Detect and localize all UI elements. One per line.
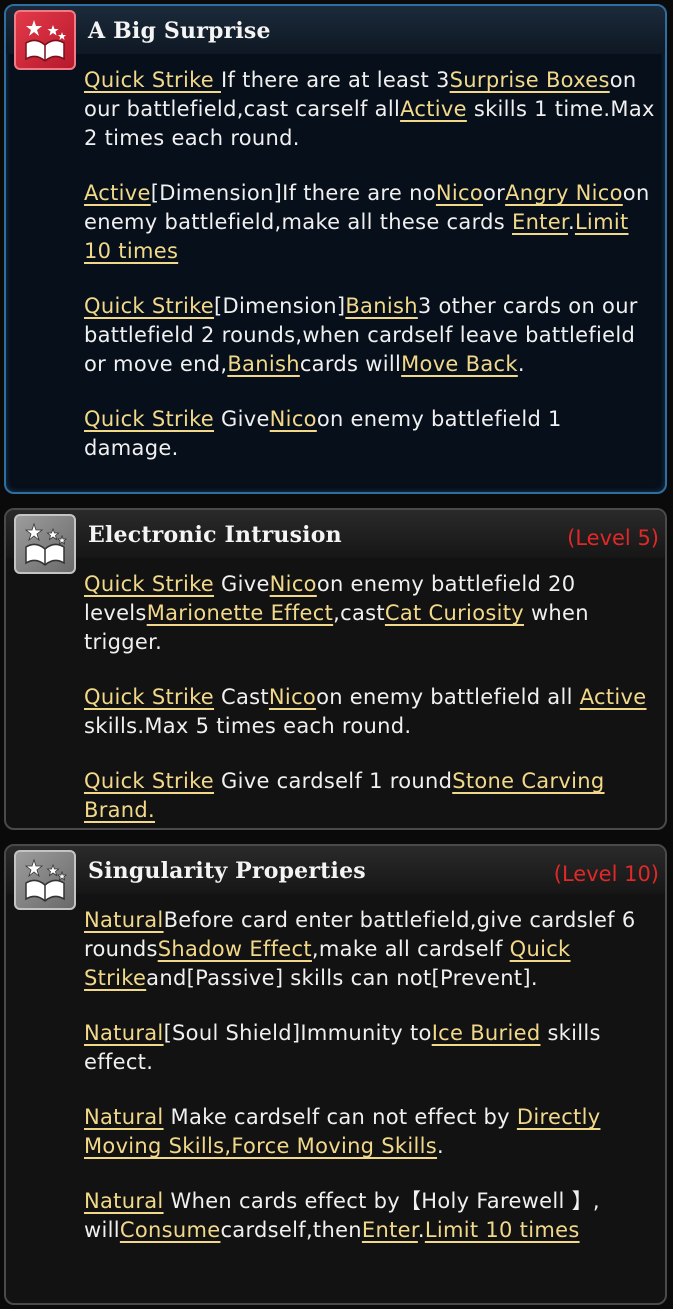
spellbook-icon	[14, 850, 76, 910]
skill-effect-line: Quick Strike GiveNicoon enemy battlefiel…	[84, 570, 657, 657]
keyword-move-back[interactable]: Move Back	[401, 352, 518, 376]
keyword-quick-strike[interactable]: Quick Strike	[84, 685, 214, 709]
keyword-active[interactable]: Active	[580, 685, 647, 709]
spellbook-icon	[14, 514, 76, 574]
skill-title: Electronic Intrusion	[88, 522, 342, 548]
keyword-cat-curiosity[interactable]: Cat Curiosity	[385, 601, 524, 625]
keyword-shadow-effect[interactable]: Shadow Effect	[158, 937, 312, 961]
effect-text: on enemy battlefield all	[316, 685, 580, 709]
spellbook-icon	[14, 10, 76, 70]
keyword-ice-buried[interactable]: Ice Buried	[432, 1021, 541, 1045]
skill-effect-line: Active[Dimension]If there are noNicoorAn…	[84, 179, 657, 266]
skill-effect-line: Quick Strike[Dimension]Banish3 other car…	[84, 292, 657, 379]
effect-text: skills.Max 5 times each round.	[84, 714, 412, 738]
effect-text: ,make all cardself	[311, 937, 510, 961]
effect-text: ,cast	[333, 601, 385, 625]
effect-text: .	[437, 1134, 445, 1158]
keyword-quick-strike[interactable]: Quick Strike	[84, 68, 221, 92]
skill-panel-a-big-surprise: A Big Surprise Quick Strike If there are…	[4, 4, 667, 494]
effect-text: .	[417, 1218, 425, 1242]
skill-level-badge: (Level 10)	[553, 862, 659, 886]
keyword-enter[interactable]: Enter	[512, 210, 568, 234]
effect-text: Cast	[214, 685, 269, 709]
keyword-quick-strike[interactable]: Quick Strike	[84, 572, 214, 596]
effect-text: Give	[214, 407, 270, 431]
keyword-natural[interactable]: Natural	[84, 1189, 164, 1213]
effect-text: cards will	[299, 352, 402, 376]
keyword-limit[interactable]: Limit 10 times	[425, 1218, 580, 1242]
keyword-natural[interactable]: Natural	[84, 1105, 164, 1129]
keyword-marionette-effect[interactable]: Marionette Effect	[147, 601, 333, 625]
skill-description: NaturalBefore card enter battlefield,giv…	[84, 906, 657, 1271]
effect-text: .	[567, 210, 575, 234]
effect-text: Make cardself can not effect by	[163, 1105, 517, 1129]
effect-text: or	[483, 181, 506, 205]
keyword-nico[interactable]: Nico	[270, 572, 317, 596]
skill-level-badge: (Level 5)	[567, 526, 659, 550]
skill-title: Singularity Properties	[88, 858, 366, 884]
skill-panel-electronic-intrusion: Electronic Intrusion (Level 5) Quick Str…	[4, 508, 667, 830]
effect-text: cardself,then	[220, 1218, 362, 1242]
keyword-natural[interactable]: Natural	[84, 908, 164, 932]
effect-text: [Dimension]If there are no	[150, 181, 436, 205]
keyword-active[interactable]: Active	[84, 181, 151, 205]
skill-effect-line: NaturalBefore card enter battlefield,giv…	[84, 906, 657, 993]
keyword-quick-strike[interactable]: Quick Strike	[84, 407, 214, 431]
skill-effect-line: Quick Strike GiveNicoon enemy battlefiel…	[84, 405, 657, 463]
skill-title: A Big Surprise	[88, 18, 271, 44]
skill-effect-line: Natural[Soul Shield]Immunity toIce Burie…	[84, 1019, 657, 1077]
keyword-nico[interactable]: Nico	[269, 685, 316, 709]
skill-effect-line: Quick Strike CastNicoon enemy battlefiel…	[84, 683, 657, 741]
skill-description: Quick Strike If there are at least 3Surp…	[84, 66, 657, 489]
effect-text: [Dimension]	[214, 294, 346, 318]
skill-effect-line: Natural When cards effect by【Holy Farewe…	[84, 1187, 657, 1245]
keyword-nico[interactable]: Nico	[436, 181, 483, 205]
effect-text: [Soul Shield]Immunity to	[163, 1021, 432, 1045]
effect-text: If there are at least 3	[221, 68, 450, 92]
keyword-enter[interactable]: Enter	[362, 1218, 418, 1242]
effect-text: and[Passive] skills can not[Prevent].	[146, 966, 538, 990]
keyword-banish[interactable]: Banish	[227, 352, 299, 376]
keyword-banish[interactable]: Banish	[345, 294, 417, 318]
keyword-quick-strike[interactable]: Quick Strike	[84, 294, 214, 318]
skill-panel-singularity-properties: Singularity Properties (Level 10) Natura…	[4, 844, 667, 1305]
keyword-active[interactable]: Active	[400, 97, 467, 121]
keyword-consume[interactable]: Consume	[120, 1218, 221, 1242]
skill-description: Quick Strike GiveNicoon enemy battlefiel…	[84, 570, 657, 828]
skill-effect-line: Natural Make cardself can not effect by …	[84, 1103, 657, 1161]
effect-text: .	[517, 352, 525, 376]
skill-effect-line: Quick Strike If there are at least 3Surp…	[84, 66, 657, 153]
keyword-quick-strike[interactable]: Quick Strike	[84, 769, 214, 793]
keyword-angry-nico[interactable]: Angry Nico	[505, 181, 623, 205]
keyword-surprise-boxes[interactable]: Surprise Boxes	[450, 68, 610, 92]
keyword-natural[interactable]: Natural	[84, 1021, 164, 1045]
skill-effect-line: Quick Strike Give cardself 1 roundStone …	[84, 767, 657, 825]
effect-text: Give cardself 1 round	[214, 769, 453, 793]
keyword-nico[interactable]: Nico	[270, 407, 317, 431]
effect-text: Give	[214, 572, 270, 596]
